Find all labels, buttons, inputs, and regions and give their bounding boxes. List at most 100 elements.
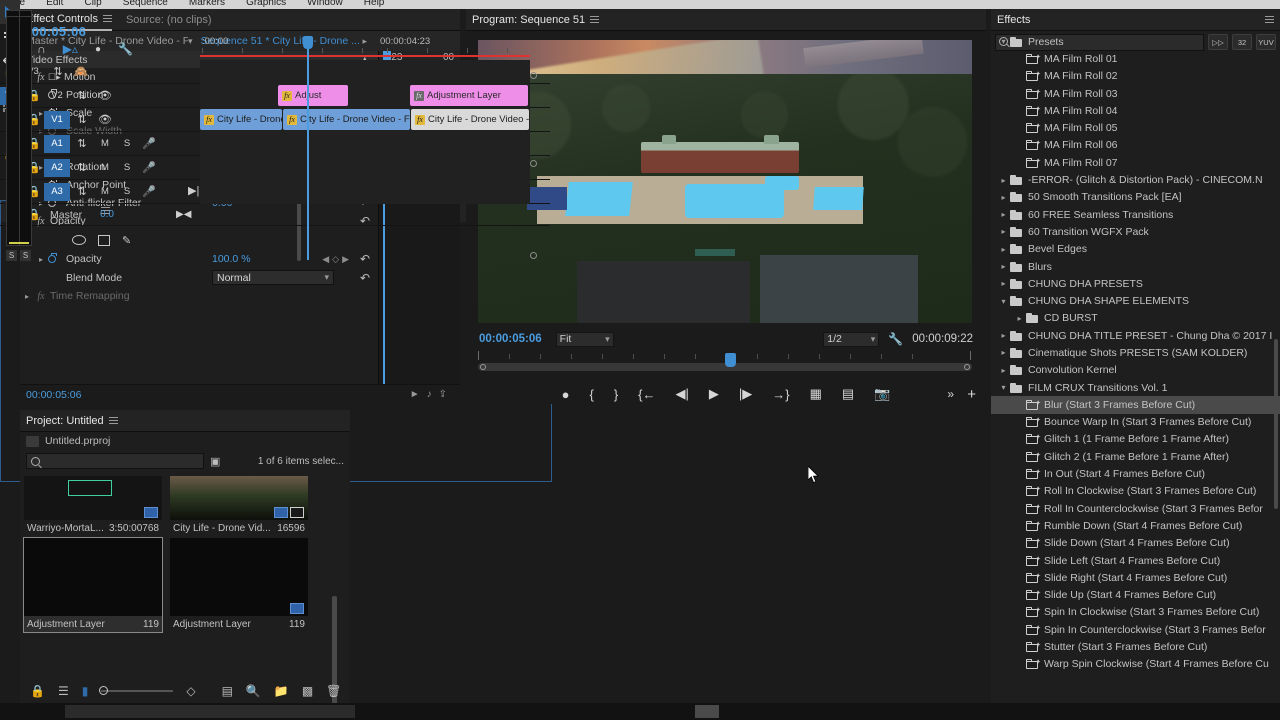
overflow-chevron-icon[interactable]: »: [947, 387, 954, 401]
disclosure-right-icon[interactable]: ▸: [997, 193, 1010, 202]
mute-button-a2[interactable]: M: [94, 162, 116, 173]
tab-project-untitled[interactable]: Project: Untitled: [26, 410, 118, 432]
program-current-timecode[interactable]: 00:00:05:06: [466, 333, 542, 345]
new-bin-icon[interactable]: 📁: [274, 684, 289, 698]
track-lane-v1[interactable]: fx City Life - Drone fx City Life - Dron…: [200, 108, 530, 132]
disclosure-right-icon[interactable]: ▸: [997, 227, 1010, 236]
tab-program-sequence-51[interactable]: Program: Sequence 51: [472, 9, 600, 31]
solo-button-a3[interactable]: S: [116, 186, 138, 197]
extract-icon[interactable]: ▤: [842, 386, 854, 402]
effects-tree-item[interactable]: ✦ MA Film Roll 04: [991, 102, 1280, 119]
panel-menu-icon[interactable]: [1265, 16, 1274, 23]
effects-tree-item[interactable]: ▾✦ Presets: [991, 33, 1280, 50]
disclosure-right-icon[interactable]: ▸: [20, 292, 34, 301]
effects-tree-item[interactable]: ▸✦ Bevel Edges: [991, 241, 1280, 258]
solo-button-a1[interactable]: S: [116, 138, 138, 149]
track-name-a1[interactable]: A1: [44, 134, 70, 153]
sync-lock-icon[interactable]: ⇅: [70, 185, 94, 198]
effects-tree-item[interactable]: ✦ Slide Right (Start 4 Frames Before Cut): [991, 569, 1280, 586]
audio-meter-display[interactable]: [6, 10, 32, 246]
master-meter-icon[interactable]: ▶◀: [176, 209, 191, 220]
project-item-adjustment-1[interactable]: Adjustment Layer 119: [23, 537, 163, 633]
magnet-snap-icon[interactable]: ∩: [37, 42, 46, 56]
sync-lock-icon[interactable]: ⇅: [70, 113, 94, 126]
track-row-v2[interactable]: V1 🔒 V2 ⇅ 👁 fx Adjust fx Adjustment Laye…: [0, 84, 550, 108]
scrub-handle-right[interactable]: [964, 364, 970, 370]
effects-tree-item[interactable]: ▸✦ CHUNG DHA PRESETS: [991, 275, 1280, 292]
reset-blend-mode-icon[interactable]: ↶: [360, 271, 370, 285]
track-row-a2[interactable]: 🔒 A2 ⇅ M S 🎤: [0, 156, 550, 180]
track-row-a1[interactable]: 🔒 A1 ⇅ M S 🎤: [0, 132, 550, 156]
new-item-icon[interactable]: ▩: [302, 684, 313, 698]
lift-icon[interactable]: ▦: [810, 386, 822, 402]
track-name-a2[interactable]: A2: [44, 158, 70, 177]
play-icon[interactable]: ▶: [709, 386, 719, 402]
disclosure-down-icon[interactable]: ▾: [997, 297, 1010, 306]
ec-footer-icons[interactable]: ►♪⇪: [410, 389, 460, 400]
timeline-playhead[interactable]: [303, 36, 313, 260]
taskbar-item-2[interactable]: [695, 705, 719, 718]
menu-graphics[interactable]: Graphics: [237, 0, 295, 8]
project-file-row[interactable]: Untitled.prproj: [20, 432, 350, 450]
disclosure-down-icon[interactable]: ▾: [997, 37, 1010, 46]
effects-tree-item[interactable]: ✦ Slide Down (Start 4 Frames Before Cut): [991, 535, 1280, 552]
effects-tree-item[interactable]: ✦ Roll In Counterclockwise (Start 3 Frame…: [991, 500, 1280, 517]
step-back-icon[interactable]: ◀|: [676, 386, 689, 402]
track-lane-a3[interactable]: ▶|: [188, 180, 530, 204]
keyframe-end-icon[interactable]: ▶|: [188, 184, 199, 197]
track-name-v2[interactable]: V2: [44, 87, 70, 105]
effects-tree-item[interactable]: ✦ MA Film Roll 05: [991, 119, 1280, 136]
menu-clip[interactable]: Clip: [75, 0, 110, 8]
track-lane-v3[interactable]: [200, 60, 530, 84]
microphone-icon[interactable]: 🎤: [138, 137, 160, 150]
track-lane-v2[interactable]: fx Adjust fx Adjustment Layer: [200, 84, 530, 108]
timeline-clip-adjustment-2[interactable]: fx Adjustment Layer: [410, 85, 528, 106]
project-item-grid[interactable]: Warriyo-MortaL... 3:50:00768 City Life -…: [23, 476, 340, 720]
icon-view-icon[interactable]: ▮: [82, 684, 89, 698]
effects-tree-item[interactable]: ▾✦ CHUNG DHA SHAPE ELEMENTS: [991, 292, 1280, 309]
blend-mode-select[interactable]: Normal ▾: [212, 270, 334, 285]
sort-icon[interactable]: ◇: [186, 684, 195, 698]
zoom-level-select[interactable]: Fit ▾: [555, 331, 614, 347]
sync-lock-icon[interactable]: ⇅: [70, 137, 94, 150]
go-to-out-icon[interactable]: →}: [772, 387, 789, 402]
list-view-icon[interactable]: ☰: [58, 684, 69, 698]
menu-markers[interactable]: Markers: [180, 0, 234, 8]
project-item-adjustment-2[interactable]: Adjustment Layer 119: [170, 538, 308, 632]
disclosure-right-icon[interactable]: ▸: [997, 245, 1010, 254]
sync-lock-icon[interactable]: ⇅: [70, 161, 94, 174]
property-row-blend-mode[interactable]: Blend Mode Normal ▾ ↶: [20, 268, 378, 287]
mute-button-a3[interactable]: M: [94, 186, 116, 197]
meter-solo-left[interactable]: S: [6, 250, 17, 261]
track-row-a3[interactable]: 🔒 A3 ⇅ M S 🎤 ▶|: [0, 180, 550, 204]
panel-menu-icon[interactable]: [108, 417, 118, 424]
track-lane-a2[interactable]: [200, 156, 530, 180]
effects-tree-item[interactable]: ✦ Rumble Down (Start 4 Frames Before Cut): [991, 517, 1280, 534]
menu-sequence[interactable]: Sequence: [114, 0, 177, 8]
microphone-icon[interactable]: 🎤: [138, 161, 160, 174]
effects-tree-item[interactable]: ▸✦ 60 Transition WGFX Pack: [991, 223, 1280, 240]
zoom-slider[interactable]: [99, 686, 174, 695]
delete-icon[interactable]: 🗑: [326, 684, 341, 698]
button-editor-plus-icon[interactable]: +: [967, 386, 976, 403]
disclosure-right-icon[interactable]: ▸: [997, 366, 1010, 375]
sync-lock-icon[interactable]: ⇅: [70, 89, 94, 102]
export-frame-icon[interactable]: 📷: [874, 386, 890, 402]
filter-bin-icon[interactable]: ▣: [210, 455, 220, 468]
meter-solo-right[interactable]: S: [20, 250, 31, 261]
effects-tree-item[interactable]: ✦ Slide Up (Start 4 Frames Before Cut): [991, 587, 1280, 604]
menu-window[interactable]: Window: [298, 0, 352, 8]
taskbar[interactable]: [0, 703, 1280, 720]
effects-tree-item[interactable]: ✦ MA Film Roll 02: [991, 68, 1280, 85]
panel-menu-icon[interactable]: [590, 16, 600, 23]
track-visibility-icon[interactable]: 👁: [94, 89, 116, 102]
disclosure-down-icon[interactable]: ▾: [997, 383, 1010, 392]
track-row-v1[interactable]: 🔒 V1 ⇅ 👁 fx City Life - Drone fx City Li…: [0, 108, 550, 132]
effects-tree-item[interactable]: ▾✦ FILM CRUX Transitions Vol. 1: [991, 379, 1280, 396]
effects-tree-item[interactable]: ✦ Warp Spin Clockwise (Start 4 Frames Bef…: [991, 656, 1280, 673]
effects-tree-item[interactable]: ✦ Glitch 2 (1 Frame Before 1 Frame After): [991, 448, 1280, 465]
step-forward-icon[interactable]: |▶: [739, 386, 752, 402]
track-lane-a1[interactable]: [200, 132, 530, 156]
effects-tree-item[interactable]: ✦ Bounce Warp In (Start 3 Frames Before C…: [991, 414, 1280, 431]
effects-tree-item[interactable]: ✦ Glitch 1 (1 Frame Before 1 Frame After): [991, 431, 1280, 448]
